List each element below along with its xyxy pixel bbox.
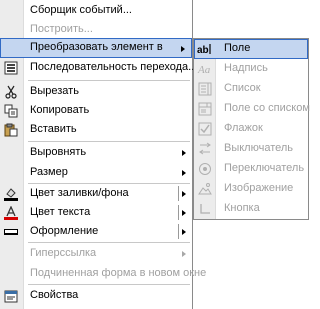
menu-item-tab-order[interactable]: Последовательность перехода... (0, 58, 197, 78)
menu-item-event-builder[interactable]: Сборщик событий... (0, 1, 192, 21)
split-button-divider (178, 205, 179, 220)
menu-item-cut[interactable]: Вырезать (0, 82, 192, 102)
submenu-item-label: Поле (224, 42, 251, 54)
menu-item-label: Вырезать (30, 85, 79, 97)
properties-icon (3, 288, 19, 304)
menu-item-change-to[interactable]: Преобразовать элемент в (0, 38, 192, 58)
menu-item-align[interactable]: Выровнять (0, 143, 192, 163)
special-effect-icon (3, 224, 19, 240)
label-icon: Aa (197, 61, 213, 77)
menu-item-label: Цвет заливки/фона (30, 187, 129, 199)
menu-item-label: Цвет текста (30, 206, 91, 218)
menu-separator (28, 80, 190, 81)
split-button-divider (178, 186, 179, 201)
submenu-item-image: Изображение (194, 179, 308, 199)
menu-item-label: Копировать (30, 104, 90, 116)
svg-text:ab: ab (197, 45, 209, 56)
menu-separator (28, 284, 190, 285)
listbox-icon (197, 81, 213, 97)
svg-text:Aa: Aa (197, 64, 211, 76)
submenu-arrow-icon (182, 210, 186, 216)
menu-item-label: Гиперссылка (30, 247, 97, 259)
submenu-item-combobox: Поле со списком (194, 99, 310, 119)
submenu-item-label: Кнопка (224, 202, 260, 214)
command-button-icon (197, 201, 213, 217)
submenu-arrow-icon (181, 46, 185, 52)
submenu-arrow-icon (182, 150, 186, 156)
menu-item-copy[interactable]: Копировать (0, 101, 192, 121)
menu-item-label: Выровнять (30, 146, 87, 158)
submenu-item-label: Выключатель (224, 142, 294, 154)
split-button-divider (178, 224, 179, 239)
submenu-item-label-control: Aa Надпись (194, 59, 308, 79)
submenu-item-label: Флажок (224, 122, 263, 134)
copy-icon (3, 103, 19, 119)
submenu-item-textbox[interactable]: ab Поле (194, 39, 308, 59)
submenu-item-command-button: Кнопка (194, 199, 308, 219)
checkbox-icon (197, 121, 213, 137)
menu-separator (28, 141, 190, 142)
menu-item-font-color[interactable]: Цвет текста (0, 203, 192, 223)
image-icon (197, 181, 213, 197)
menu-item-hyperlink: Гиперссылка (0, 244, 192, 264)
menu-item-special-effect[interactable]: Оформление (0, 222, 192, 242)
menu-item-label: Подчиненная форма в новом окне (30, 267, 207, 279)
fill-color-icon (3, 186, 19, 202)
menu-item-label: Вставить (30, 123, 77, 135)
submenu-item-label: Надпись (224, 62, 268, 74)
submenu-arrow-icon (182, 251, 186, 257)
submenu-arrow-icon (182, 229, 186, 235)
tab-order-icon (3, 60, 19, 76)
scissors-icon (3, 84, 19, 100)
context-menu: Сборщик событий... Построить... Преобраз… (0, 0, 206, 309)
menu-item-build: Построить... (0, 20, 192, 40)
font-color-icon (3, 205, 19, 221)
submenu-item-toggle-button: Выключатель (194, 139, 308, 159)
textbox-icon: ab (197, 41, 213, 57)
submenu-item-checkbox: Флажок (194, 119, 308, 139)
submenu-item-label: Список (224, 82, 261, 94)
submenu-item-option-button: Переключатель (194, 159, 308, 179)
menu-item-subform-new-window: Подчиненная форма в новом окне (0, 264, 206, 284)
menu-item-properties[interactable]: Свойства (0, 286, 192, 306)
menu-item-label: Преобразовать элемент в (30, 41, 163, 53)
menu-item-fill-color[interactable]: Цвет заливки/фона (0, 184, 192, 204)
menu-item-paste[interactable]: Вставить (0, 120, 192, 140)
paste-icon (3, 122, 19, 138)
menu-item-label: Последовательность перехода... (30, 61, 198, 73)
menu-item-size[interactable]: Размер (0, 163, 192, 183)
toggle-button-icon (197, 141, 213, 157)
menu-item-label: Размер (30, 166, 68, 178)
option-button-icon (197, 161, 213, 177)
submenu-item-label: Поле со списком (224, 102, 310, 114)
menu-item-label: Свойства (30, 289, 79, 301)
menu-separator (28, 242, 190, 243)
menu-item-label: Сборщик событий... (30, 4, 132, 16)
change-to-submenu: ab Поле Aa Надпись Список Поле со списко… (193, 38, 310, 220)
submenu-arrow-icon (182, 191, 186, 197)
menu-item-label: Оформление (30, 225, 99, 237)
submenu-item-label: Изображение (224, 182, 294, 194)
submenu-item-listbox: Список (194, 79, 308, 99)
menu-item-label: Построить... (30, 23, 93, 35)
combobox-icon (197, 101, 213, 117)
submenu-arrow-icon (182, 170, 186, 176)
submenu-item-label: Переключатель (224, 162, 305, 174)
